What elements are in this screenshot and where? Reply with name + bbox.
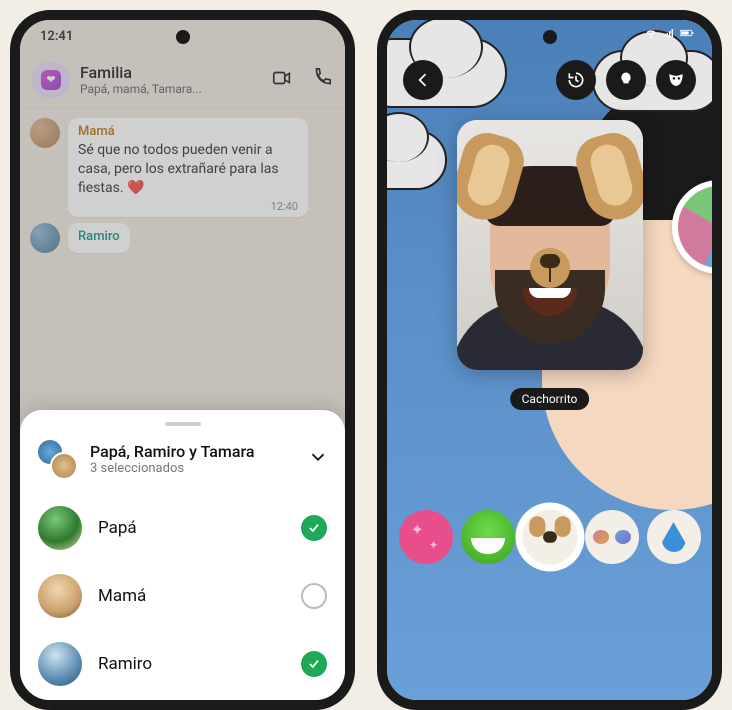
cloud-illustration: [387, 130, 447, 190]
sheet-handle[interactable]: [165, 422, 201, 426]
sheet-multi-avatar: [36, 438, 78, 480]
contact-picker-sheet: Papá, Ramiro y Tamara 3 seleccionados Pa…: [20, 410, 345, 710]
filter-dog[interactable]: [518, 506, 580, 568]
signal-icon: [662, 24, 676, 43]
chevron-down-icon[interactable]: [307, 446, 329, 472]
camera-preview[interactable]: [457, 120, 643, 370]
sheet-header[interactable]: Papá, Ramiro y Tamara 3 seleccionados: [20, 434, 345, 494]
avatar: [38, 642, 82, 686]
filter-grin[interactable]: [461, 510, 515, 564]
hint-button[interactable]: [606, 60, 646, 100]
check-icon[interactable]: [301, 515, 327, 541]
filter-carousel[interactable]: [387, 510, 712, 564]
contact-item-papa[interactable]: Papá: [36, 494, 329, 562]
status-icons: [644, 24, 694, 43]
phone-left: 12:41 ❤ Familia Papá, mamá, Tamara...: [10, 10, 355, 710]
dog-nose-icon: [530, 248, 570, 288]
contact-name: Ramiro: [98, 654, 285, 674]
wifi-icon: [644, 24, 658, 43]
camera-notch: [176, 30, 190, 44]
contact-item-tamara[interactable]: Tamara: [36, 698, 329, 710]
contact-item-ramiro[interactable]: Ramiro: [36, 630, 329, 698]
sheet-header-text: Papá, Ramiro y Tamara 3 seleccionados: [90, 442, 295, 476]
sheet-title: Papá, Ramiro y Tamara: [90, 442, 295, 461]
filter-drop[interactable]: [647, 510, 701, 564]
avatar: [38, 574, 82, 618]
history-button[interactable]: [556, 60, 596, 100]
back-button[interactable]: [403, 60, 443, 100]
camera-top-bar: [387, 60, 712, 100]
check-icon[interactable]: [301, 583, 327, 609]
filter-label: Cachorrito: [510, 388, 590, 410]
contact-name: Mamá: [98, 586, 285, 606]
battery-icon: [680, 24, 694, 43]
filter-sparkle[interactable]: [399, 510, 453, 564]
camera-screen: Cachorrito: [387, 20, 712, 700]
chat-screen: 12:41 ❤ Familia Papá, mamá, Tamara...: [20, 20, 345, 700]
check-icon[interactable]: [301, 651, 327, 677]
sheet-subtitle: 3 seleccionados: [90, 461, 295, 476]
filter-glasses[interactable]: [585, 510, 639, 564]
camera-top-actions: [556, 60, 696, 100]
sheet-list: Papá Mamá Ramiro Tamara: [20, 494, 345, 710]
camera-notch: [543, 30, 557, 44]
contact-name: Papá: [98, 518, 285, 538]
avatar: [38, 506, 82, 550]
phone-right: Cachorrito: [377, 10, 722, 710]
effects-button[interactable]: [656, 60, 696, 100]
contact-item-mama[interactable]: Mamá: [36, 562, 329, 630]
